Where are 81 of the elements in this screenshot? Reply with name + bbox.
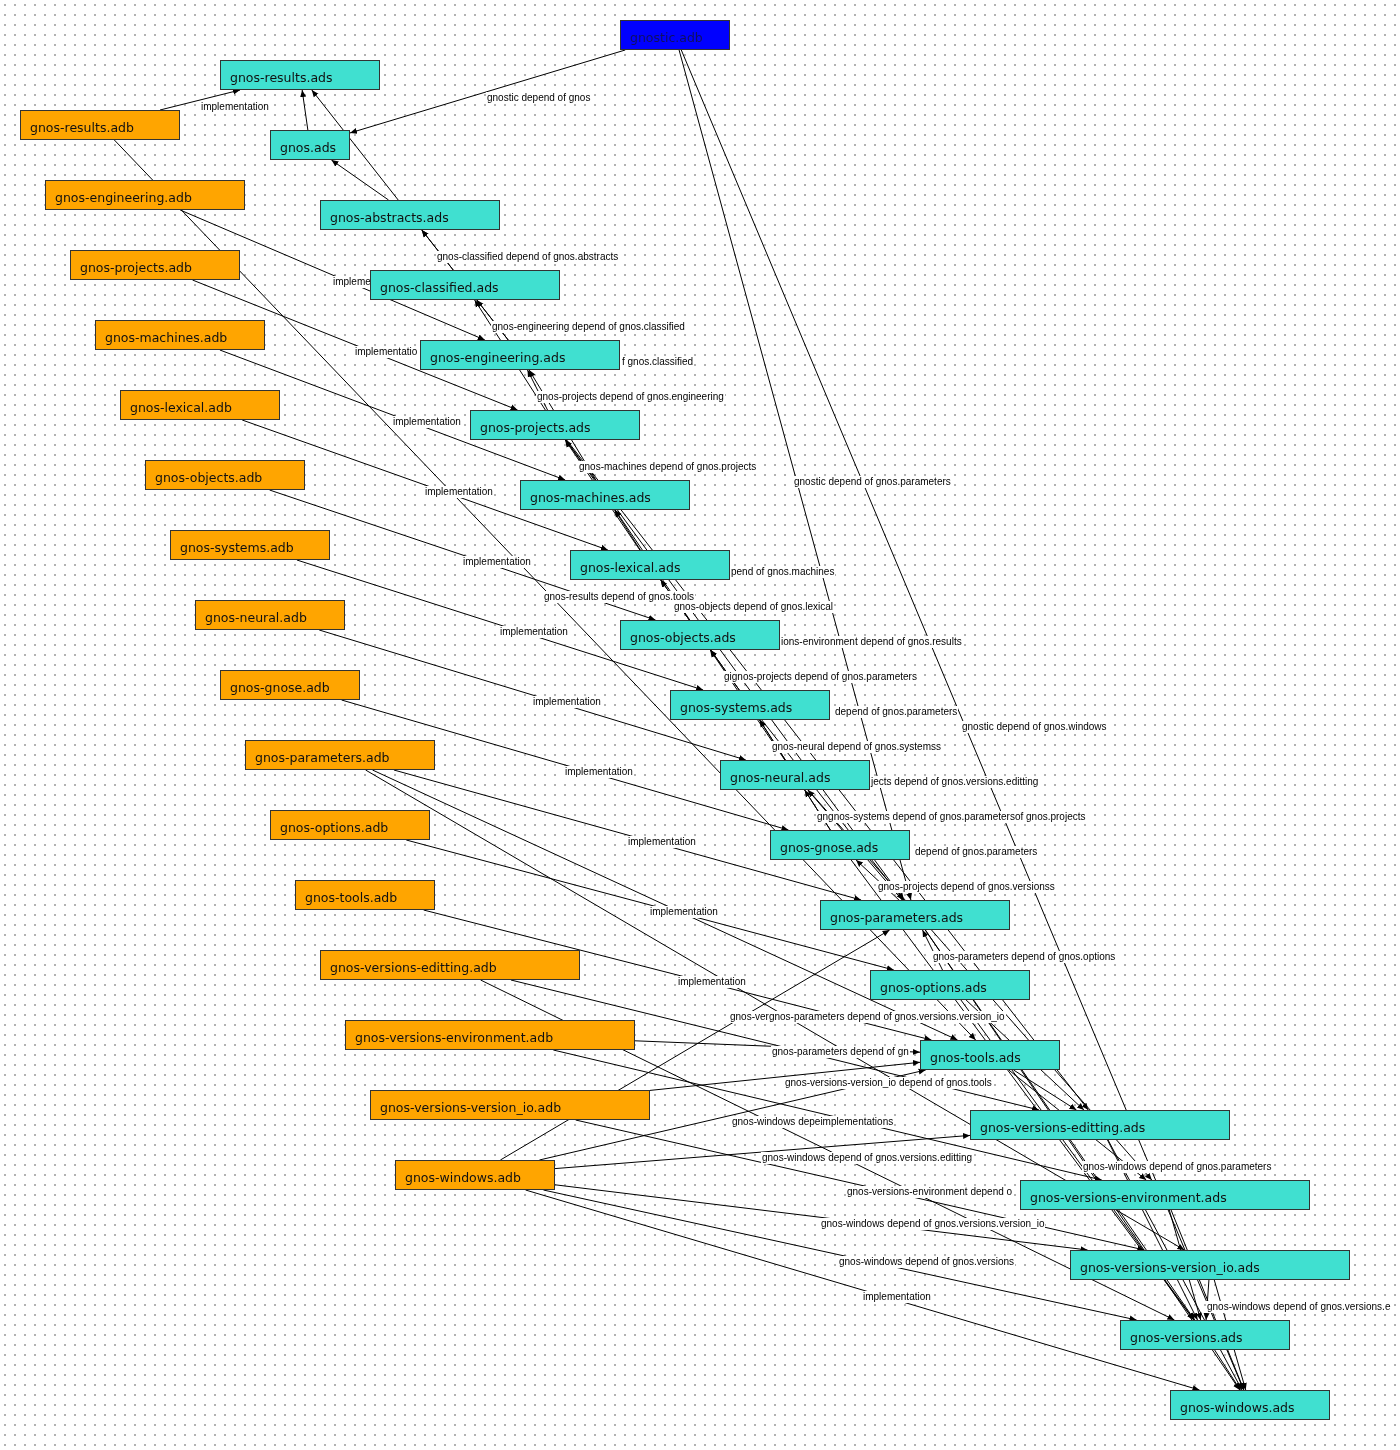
- body-file-node: gnos-options.adb: [270, 810, 430, 840]
- edge-label: implementation: [532, 696, 602, 708]
- edge-label: gnos-vergnos-parameters depend of gnos.versions.version_io: [729, 1011, 1006, 1023]
- connector-arrow: [300, 89, 309, 131]
- spec-file-node: gnos-options.ads: [870, 970, 1030, 1000]
- edge-label: implementation: [424, 486, 494, 498]
- edge-label: pend of gnos.machines: [730, 566, 836, 578]
- spec-file-node: gnos-objects.ads: [620, 620, 780, 650]
- spec-file-node: gnos-versions-version_io.ads: [1070, 1250, 1350, 1280]
- edge-label: gnos-engineering depend of gnos.classified: [491, 321, 686, 333]
- body-file-node: gnos-neural.adb: [195, 600, 345, 630]
- body-file-node: gnos-versions-version_io.adb: [370, 1090, 650, 1120]
- spec-file-node: gnos-parameters.ads: [820, 900, 1010, 930]
- body-file-node: gnos-results.adb: [20, 110, 180, 140]
- main-file-node: gnostic.adb: [620, 20, 730, 50]
- edge-label: ions-environment depend of gnos.results: [780, 636, 963, 648]
- edge-label: gnostic depend of gnos.windows: [961, 721, 1108, 733]
- body-file-node: gnos-machines.adb: [95, 320, 265, 350]
- edge-label: gnos-windows depeimplementations: [731, 1116, 895, 1128]
- edge-label: implementation: [392, 416, 462, 428]
- edge-label: gnos-versions-version_io depend of gnos.tools: [784, 1077, 993, 1089]
- body-file-node: gnos-systems.adb: [170, 530, 330, 560]
- edge-label: gnos-projects depend of gnos.versionss: [877, 881, 1056, 893]
- edge-label: depend of gnos.parameters: [914, 846, 1039, 858]
- spec-file-node: gnos-versions-environment.ads: [1020, 1180, 1310, 1210]
- edge-label: gnos-classified depend of gnos.abstracts: [436, 251, 620, 263]
- body-file-node: gnos-versions-environment.adb: [345, 1020, 635, 1050]
- edge-label: f gnos.classified: [621, 356, 695, 368]
- spec-file-node: gnos-tools.ads: [920, 1040, 1060, 1070]
- edge-label: gnos-windows depend of gnos.versions: [838, 1256, 1016, 1268]
- edge-label: gnos-windows depend of gnos.versions.editting: [761, 1152, 974, 1164]
- edge-label: implementation: [649, 906, 719, 918]
- edge-label: gnos-objects depend of gnos.lexical: [673, 601, 834, 613]
- edge-label: implementation: [200, 101, 270, 113]
- edge-label: gnos-windows depend of gnos.versions.version_io: [820, 1218, 1046, 1230]
- edge-label: gnos-neural depend of gnos.systemss: [771, 741, 942, 753]
- edge-label: jects depend of gnos.versions.editting: [870, 776, 1040, 788]
- edge-label: depend of gnos.parameters: [834, 706, 959, 718]
- edge-label: implementatio: [354, 346, 419, 358]
- edge-label: implementation: [564, 766, 634, 778]
- spec-file-node: gnos-abstracts.ads: [320, 200, 500, 230]
- spec-file-node: gnos-versions.ads: [1120, 1320, 1290, 1350]
- edge-label: impleme: [332, 276, 372, 288]
- spec-file-node: gnos-windows.ads: [1170, 1390, 1330, 1420]
- body-file-node: gnos-objects.adb: [145, 460, 305, 490]
- spec-file-node: gnos-gnose.ads: [770, 830, 910, 860]
- edge-label: gignos-projects depend of gnos.parameters: [723, 671, 918, 683]
- edge-label: gnos-projects depend of gnos.engineering: [536, 391, 725, 403]
- edge-label: implementation: [862, 1291, 932, 1303]
- edge-label: gnos-parameters depend of gnos.options: [932, 951, 1117, 963]
- edge-label: implementation: [462, 556, 532, 568]
- spec-file-node: gnos-engineering.ads: [420, 340, 620, 370]
- edge-label: gnostic depend of gnos: [486, 92, 592, 104]
- spec-file-node: gnos-systems.ads: [670, 690, 830, 720]
- body-file-node: gnos-windows.adb: [395, 1160, 555, 1190]
- edge-label: implementation: [677, 976, 747, 988]
- edge-label: gnos-windows depend of gnos.versions.e: [1206, 1301, 1392, 1313]
- spec-file-node: gnos.ads: [270, 130, 350, 160]
- edge-label: gngnos-systems depend of gnos.parametersof gnos.projects: [816, 811, 1087, 823]
- spec-file-node: gnos-results.ads: [220, 60, 380, 90]
- edge-label: gnos-results depend of gnos.tools: [543, 591, 696, 603]
- spec-file-node: gnos-versions-editting.ads: [970, 1110, 1230, 1140]
- body-file-node: gnos-versions-editting.adb: [320, 950, 580, 980]
- spec-file-node: gnos-neural.ads: [720, 760, 870, 790]
- spec-file-node: gnos-machines.ads: [520, 480, 690, 510]
- edge-label: implementation: [627, 836, 697, 848]
- edge-label: gnos-machines depend of gnos.projects: [578, 461, 758, 473]
- body-file-node: gnos-projects.adb: [70, 250, 240, 280]
- edge-label: gnostic depend of gnos.parameters: [793, 476, 952, 488]
- spec-file-node: gnos-lexical.ads: [570, 550, 730, 580]
- body-file-node: gnos-tools.adb: [295, 880, 435, 910]
- edge-label: implementation: [499, 626, 569, 638]
- edge-label: gnos-windows depend of gnos.parameters: [1082, 1161, 1273, 1173]
- edge-label: gnos-versions-environment depend o: [846, 1186, 1014, 1198]
- spec-file-node: gnos-projects.ads: [470, 410, 640, 440]
- body-file-node: gnos-gnose.adb: [220, 670, 360, 700]
- edge-label: gnos-parameters depend of gn: [771, 1046, 910, 1058]
- body-file-node: gnos-engineering.adb: [45, 180, 245, 210]
- spec-file-node: gnos-classified.ads: [370, 270, 560, 300]
- body-file-node: gnos-parameters.adb: [245, 740, 435, 770]
- body-file-node: gnos-lexical.adb: [120, 390, 280, 420]
